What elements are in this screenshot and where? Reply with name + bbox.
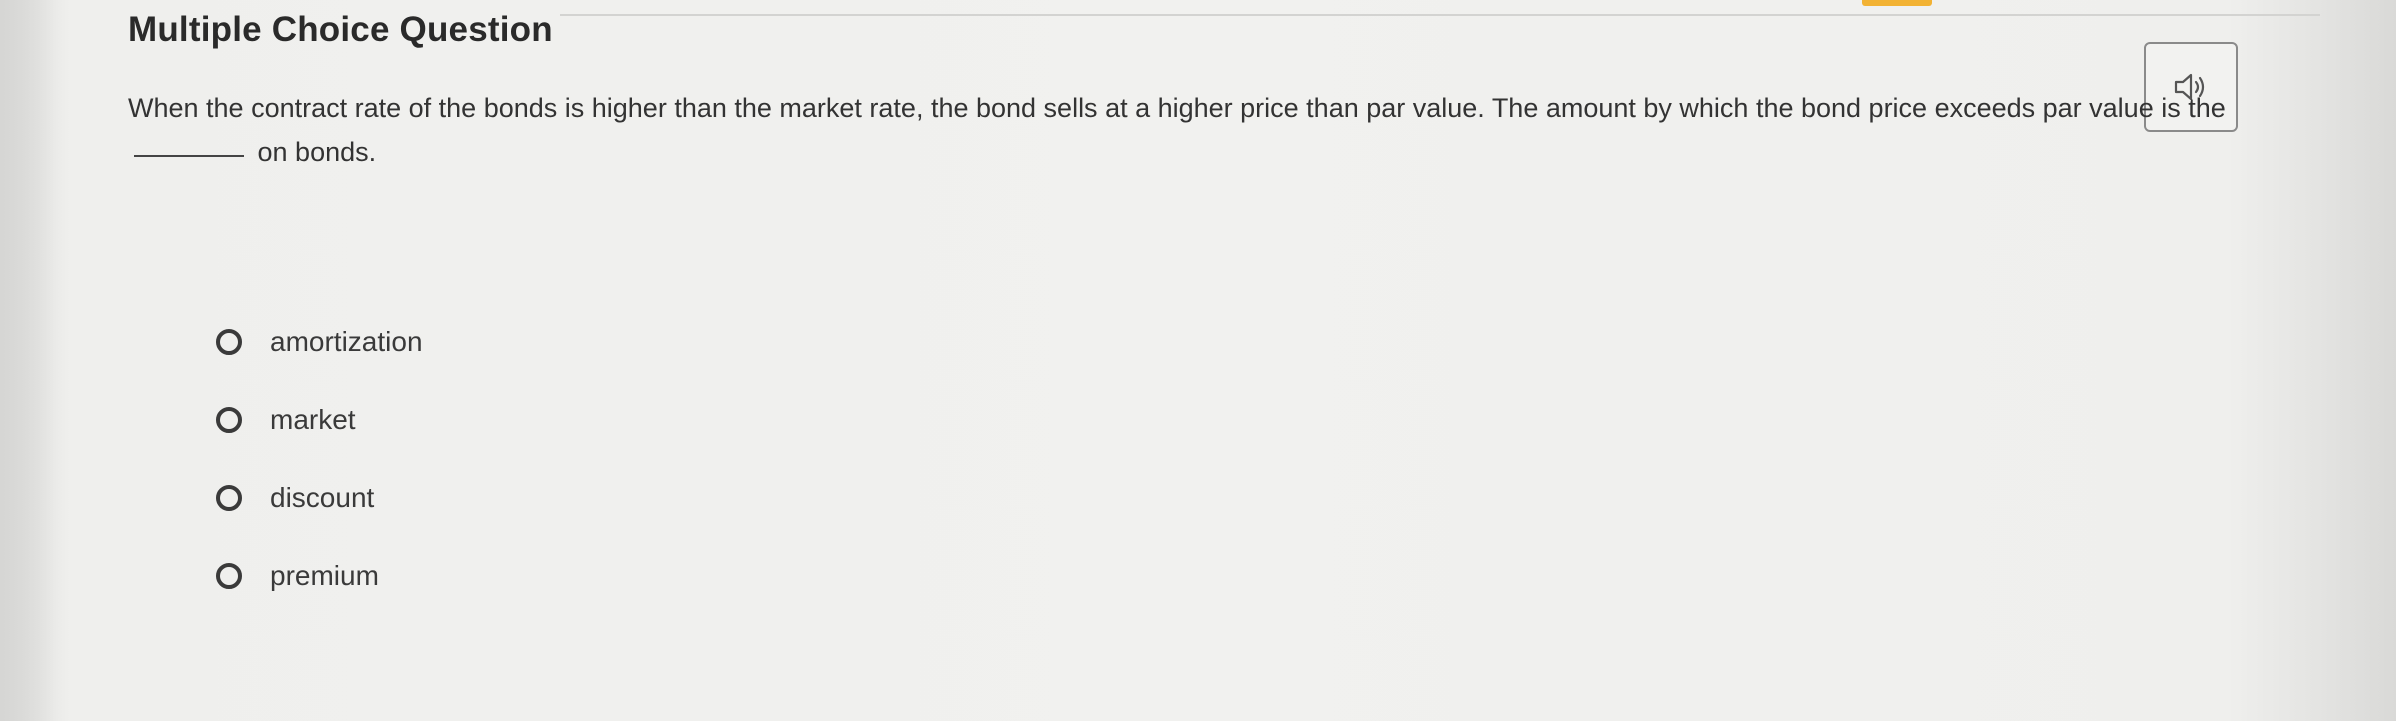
option-label: premium xyxy=(270,560,379,591)
question-page: Multiple Choice Question When the contra… xyxy=(0,0,2396,721)
question-text: When the contract rate of the bonds is h… xyxy=(128,86,2228,174)
header-divider xyxy=(560,14,2320,16)
left-shade xyxy=(0,0,56,721)
radio-button[interactable] xyxy=(216,407,242,433)
option-market[interactable]: market xyxy=(216,400,423,440)
option-premium[interactable]: premium xyxy=(216,556,423,596)
radio-button[interactable] xyxy=(216,485,242,511)
option-discount[interactable]: discount xyxy=(216,478,423,518)
question-title: Multiple Choice Question xyxy=(128,10,553,49)
radio-button[interactable] xyxy=(216,563,242,589)
option-amortization[interactable]: amortization xyxy=(216,322,423,362)
question-text-after: on bonds. xyxy=(257,137,377,167)
option-label: discount xyxy=(270,482,375,513)
header-accent xyxy=(1862,0,1932,6)
answer-blank xyxy=(134,155,244,157)
radio-button[interactable] xyxy=(216,329,242,355)
option-label: amortization xyxy=(270,326,423,357)
option-label: market xyxy=(270,404,356,435)
question-text-before: When the contract rate of the bonds is h… xyxy=(128,93,2226,123)
answer-options: amortization market discount premium xyxy=(216,322,423,634)
